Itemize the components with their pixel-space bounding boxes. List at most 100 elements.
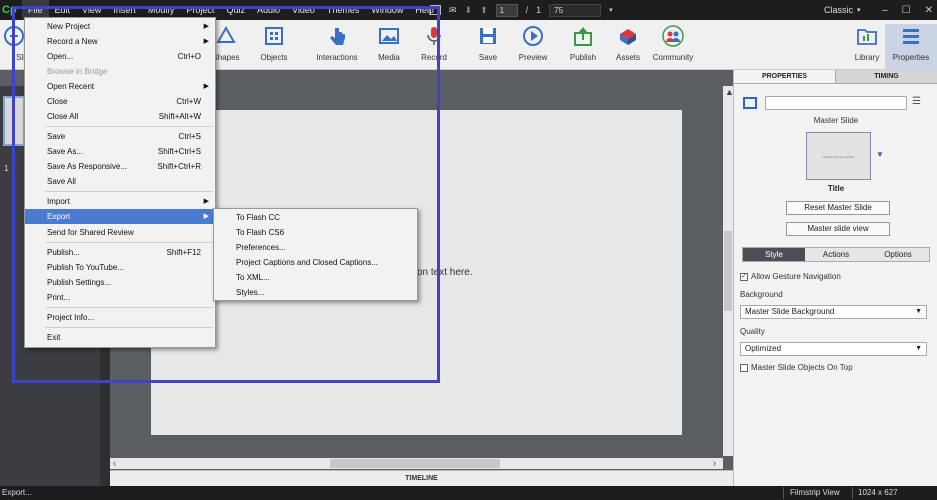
quality-select[interactable]: Optimized ▼	[740, 342, 927, 356]
menu-item-publish-settings[interactable]: Publish Settings...	[25, 275, 215, 290]
export-item-styles[interactable]: Styles...	[214, 285, 417, 300]
objects-on-top-checkbox[interactable]	[740, 363, 748, 372]
menu-item-label: Project Info...	[47, 313, 95, 322]
chevron-down-icon[interactable]: ▾	[609, 6, 613, 14]
vertical-scroll-thumb[interactable]	[724, 231, 732, 311]
menu-item-save-as[interactable]: Save As... Shift+Ctrl+S	[25, 144, 215, 159]
master-slide-view-button[interactable]: Master slide view	[786, 222, 890, 236]
menu-audio[interactable]: Audio	[251, 0, 286, 20]
interactions-label: Interactions	[316, 53, 358, 62]
chevron-down-icon: ▼	[915, 308, 922, 315]
maximize-icon[interactable]: ☐	[902, 5, 911, 16]
properties-label: Properties	[892, 53, 930, 62]
quality-value: Optimized	[745, 344, 782, 353]
menu-separator	[45, 242, 213, 243]
properties-button[interactable]: Properties	[885, 24, 937, 70]
filmstrip-thumbnail[interactable]	[3, 96, 25, 146]
timeline-bar[interactable]: TIMELINE	[110, 470, 733, 486]
status-divider	[852, 487, 853, 499]
library-label: Library	[854, 53, 880, 62]
menu-themes[interactable]: Themes	[321, 0, 366, 20]
menu-item-save-all[interactable]: Save All	[25, 174, 215, 189]
tab-properties[interactable]: PROPERTIES	[734, 70, 836, 84]
record-button[interactable]: Record	[406, 24, 462, 62]
background-select[interactable]: Master Slide Background ▼	[740, 305, 927, 319]
status-view: Filmstrip View	[790, 488, 840, 497]
scroll-left-icon[interactable]: ‹	[113, 458, 116, 468]
slide-separator: /	[525, 5, 529, 15]
close-icon[interactable]: ✕	[925, 5, 933, 16]
objects-button[interactable]: Objects	[246, 24, 302, 62]
preview-icon[interactable]	[430, 5, 441, 15]
slide-total: 1	[536, 5, 542, 15]
master-slide-thumbnail[interactable]: Double-click to add title	[806, 132, 871, 180]
horizontal-scroll-thumb[interactable]	[330, 459, 500, 468]
tab-style[interactable]: Style	[743, 248, 805, 261]
publish-label: Publish	[569, 53, 597, 62]
zoom-select[interactable]: 75	[549, 3, 602, 17]
menu-item-label: Publish Settings...	[47, 278, 112, 287]
interactions-button[interactable]: Interactions	[309, 24, 365, 62]
tab-timing[interactable]: TIMING	[836, 70, 937, 84]
arrow-down-icon[interactable]: ⬇	[465, 5, 473, 16]
menu-item-shortcut: Ctrl+O	[177, 52, 201, 61]
menu-item-shortcut: Shift+Ctrl+R	[157, 162, 201, 171]
tab-actions[interactable]: Actions	[805, 248, 867, 261]
menu-item-new-project[interactable]: New Project ▶	[25, 19, 215, 34]
menu-item-publish[interactable]: Publish... Shift+F12	[25, 245, 215, 260]
scroll-right-icon[interactable]: ›	[713, 458, 716, 468]
minimize-icon[interactable]: –	[882, 5, 888, 16]
slide-name-input[interactable]	[765, 96, 907, 110]
menu-item-close-all[interactable]: Close All Shift+Alt+W	[25, 109, 215, 124]
slide-number-input[interactable]: 1	[495, 3, 518, 17]
app-logo: Cp	[2, 4, 17, 16]
reset-master-slide-button[interactable]: Reset Master Slide	[786, 201, 890, 215]
menu-item-shortcut: Shift+F12	[166, 248, 201, 257]
export-item-xml[interactable]: To XML...	[214, 270, 417, 285]
export-item-flash-cc[interactable]: To Flash CC	[214, 210, 417, 225]
menu-item-label: Close All	[47, 112, 79, 121]
menu-item-print[interactable]: Print...	[25, 290, 215, 305]
menu-item-open[interactable]: Open... Ctrl+O	[25, 49, 215, 64]
menu-item-project-info[interactable]: Project Info...	[25, 310, 215, 325]
allow-gesture-row[interactable]: ✓ Allow Gesture Navigation	[740, 272, 841, 281]
stage-vertical-scrollbar[interactable]: ▲	[723, 86, 734, 456]
allow-gesture-checkbox[interactable]: ✓	[740, 272, 748, 281]
workspace-switcher[interactable]: Classic ▾	[824, 0, 861, 20]
menu-item-save[interactable]: Save Ctrl+S	[25, 129, 215, 144]
objects-on-top-row[interactable]: Master Slide Objects On Top	[740, 363, 853, 372]
menu-item-shortcut: Shift+Alt+W	[158, 112, 201, 121]
menu-item-export[interactable]: Export ▶	[25, 209, 215, 224]
menu-item-import[interactable]: Import ▶	[25, 194, 215, 209]
shapes-icon	[214, 24, 238, 48]
hand-pointer-icon	[325, 24, 349, 48]
menu-item-exit[interactable]: Exit	[25, 330, 215, 345]
menu-item-label: Open Recent	[47, 82, 95, 91]
community-button[interactable]: Community	[645, 24, 701, 62]
menu-quiz[interactable]: Quiz	[220, 0, 251, 20]
chevron-down-icon[interactable]: ▼	[876, 150, 884, 159]
stage-horizontal-scrollbar[interactable]: ‹ ›	[110, 458, 723, 469]
menu-video[interactable]: Video	[286, 0, 321, 20]
menu-item-send-for-shared-review[interactable]: Send for Shared Review	[25, 225, 215, 240]
objects-icon	[262, 24, 286, 48]
list-options-icon[interactable]: ☰	[912, 96, 921, 107]
tab-options[interactable]: Options	[867, 248, 929, 261]
export-item-preferences[interactable]: Preferences...	[214, 240, 417, 255]
export-item-flash-cs6[interactable]: To Flash CS6	[214, 225, 417, 240]
export-item-captions[interactable]: Project Captions and Closed Captions...	[214, 255, 417, 270]
menu-item-save-as-responsive[interactable]: Save As Responsive... Shift+Ctrl+R	[25, 159, 215, 174]
arrow-up-icon[interactable]: ⬆	[480, 5, 488, 16]
menu-item-publish-to-youtube[interactable]: Publish To YouTube...	[25, 260, 215, 275]
mail-icon[interactable]: ✉	[449, 5, 457, 16]
slide-caption-text[interactable]: on text here.	[417, 267, 473, 278]
preview-button[interactable]: Preview	[505, 24, 561, 62]
slide-nav: ✉ ⬇ ⬆ 1 / 1 75 ▾	[430, 0, 613, 20]
menu-window[interactable]: Window	[365, 0, 409, 20]
menu-item-label: Save As Responsive...	[47, 162, 128, 171]
menu-item-close[interactable]: Close Ctrl+W	[25, 94, 215, 109]
menu-item-open-recent[interactable]: Open Recent ▶	[25, 79, 215, 94]
menu-item-record-a-new[interactable]: Record a New ▶	[25, 34, 215, 49]
menu-separator	[45, 126, 213, 127]
save-icon	[476, 24, 500, 48]
